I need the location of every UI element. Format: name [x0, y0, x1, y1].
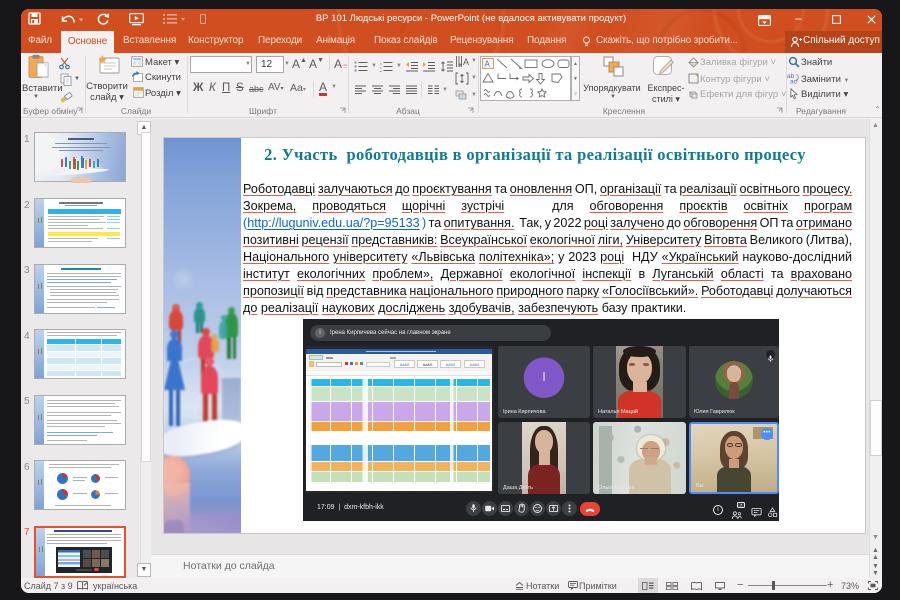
- svg-text:A: A: [463, 57, 469, 67]
- svg-text:A: A: [485, 60, 491, 69]
